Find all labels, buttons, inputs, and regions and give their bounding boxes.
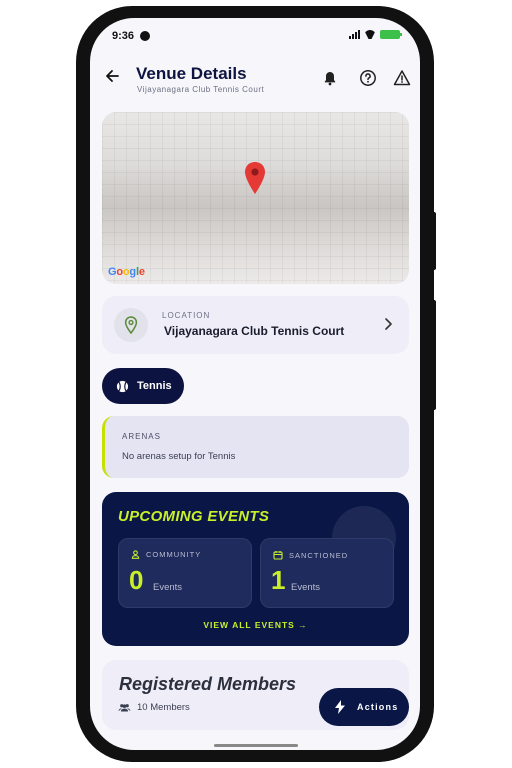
status-icons: [349, 30, 402, 39]
community-count: 0: [129, 565, 144, 595]
signal-icon: [349, 30, 360, 39]
venue-map[interactable]: Google: [102, 112, 409, 284]
location-label: LOCATION: [162, 311, 211, 320]
sport-chip-tennis[interactable]: Tennis: [102, 368, 184, 404]
camera-cutout: [140, 31, 150, 41]
arenas-empty-message: No arenas setup for Tennis: [122, 451, 236, 462]
help-icon[interactable]: [358, 68, 378, 88]
google-logo: Google: [108, 266, 145, 278]
person-icon: [131, 550, 140, 559]
tennis-ball-icon: [116, 380, 129, 392]
map-pin-icon: [245, 162, 265, 194]
calendar-badge-icon: [273, 551, 283, 560]
warning-icon[interactable]: [392, 68, 412, 88]
upcoming-events-card: UPCOMING EVENTS COMMUNITY 0 Events SANCT…: [102, 492, 409, 646]
lightning-icon: [335, 700, 345, 714]
wifi-icon: [364, 30, 376, 39]
members-count: 10 Members: [137, 702, 190, 713]
sanctioned-label: SANCTIONED: [289, 550, 349, 560]
phone-side-button: [432, 300, 436, 410]
battery-icon: [380, 30, 402, 39]
members-count-row: 10 Members: [118, 702, 190, 713]
sanctioned-count: 1: [271, 565, 286, 595]
arenas-card: ARENAS No arenas setup for Tennis: [102, 416, 409, 478]
members-title: Registered Members: [119, 674, 297, 694]
community-unit: Events: [153, 582, 183, 593]
sport-label: Tennis: [137, 380, 172, 392]
events-title: UPCOMING EVENTS: [118, 508, 270, 525]
group-icon: [118, 704, 131, 712]
page-subtitle: Vijayanagara Club Tennis Court: [137, 85, 265, 94]
page-title: Venue Details: [136, 64, 247, 83]
sanctioned-events-card[interactable]: SANCTIONED 1 Events: [260, 538, 394, 608]
status-time: 9:36: [112, 30, 135, 42]
arenas-label: ARENAS: [122, 432, 161, 441]
actions-button[interactable]: Actions: [319, 688, 409, 726]
location-pin-icon: [114, 308, 148, 342]
back-arrow-icon[interactable]: [102, 66, 122, 86]
community-label: COMMUNITY: [146, 550, 202, 559]
location-card[interactable]: LOCATION Vijayanagara Club Tennis Court: [102, 296, 409, 354]
status-bar: 9:36: [90, 18, 420, 54]
location-name: Vijayanagara Club Tennis Court: [164, 324, 345, 338]
sanctioned-unit: Events: [291, 582, 321, 593]
actions-label: Actions: [357, 702, 399, 712]
community-events-card[interactable]: COMMUNITY 0 Events: [118, 538, 252, 608]
app-header: Venue Details Vijayanagara Club Tennis C…: [90, 58, 420, 108]
phone-side-button: [432, 212, 436, 270]
view-all-events-link[interactable]: VIEW ALL EVENTS →: [102, 620, 409, 630]
bell-icon[interactable]: [320, 68, 340, 88]
chevron-right-icon: [381, 316, 395, 332]
app-screen: 9:36 Venue Details Vijayanagara Club Ten…: [90, 18, 420, 750]
home-indicator[interactable]: [214, 744, 298, 747]
